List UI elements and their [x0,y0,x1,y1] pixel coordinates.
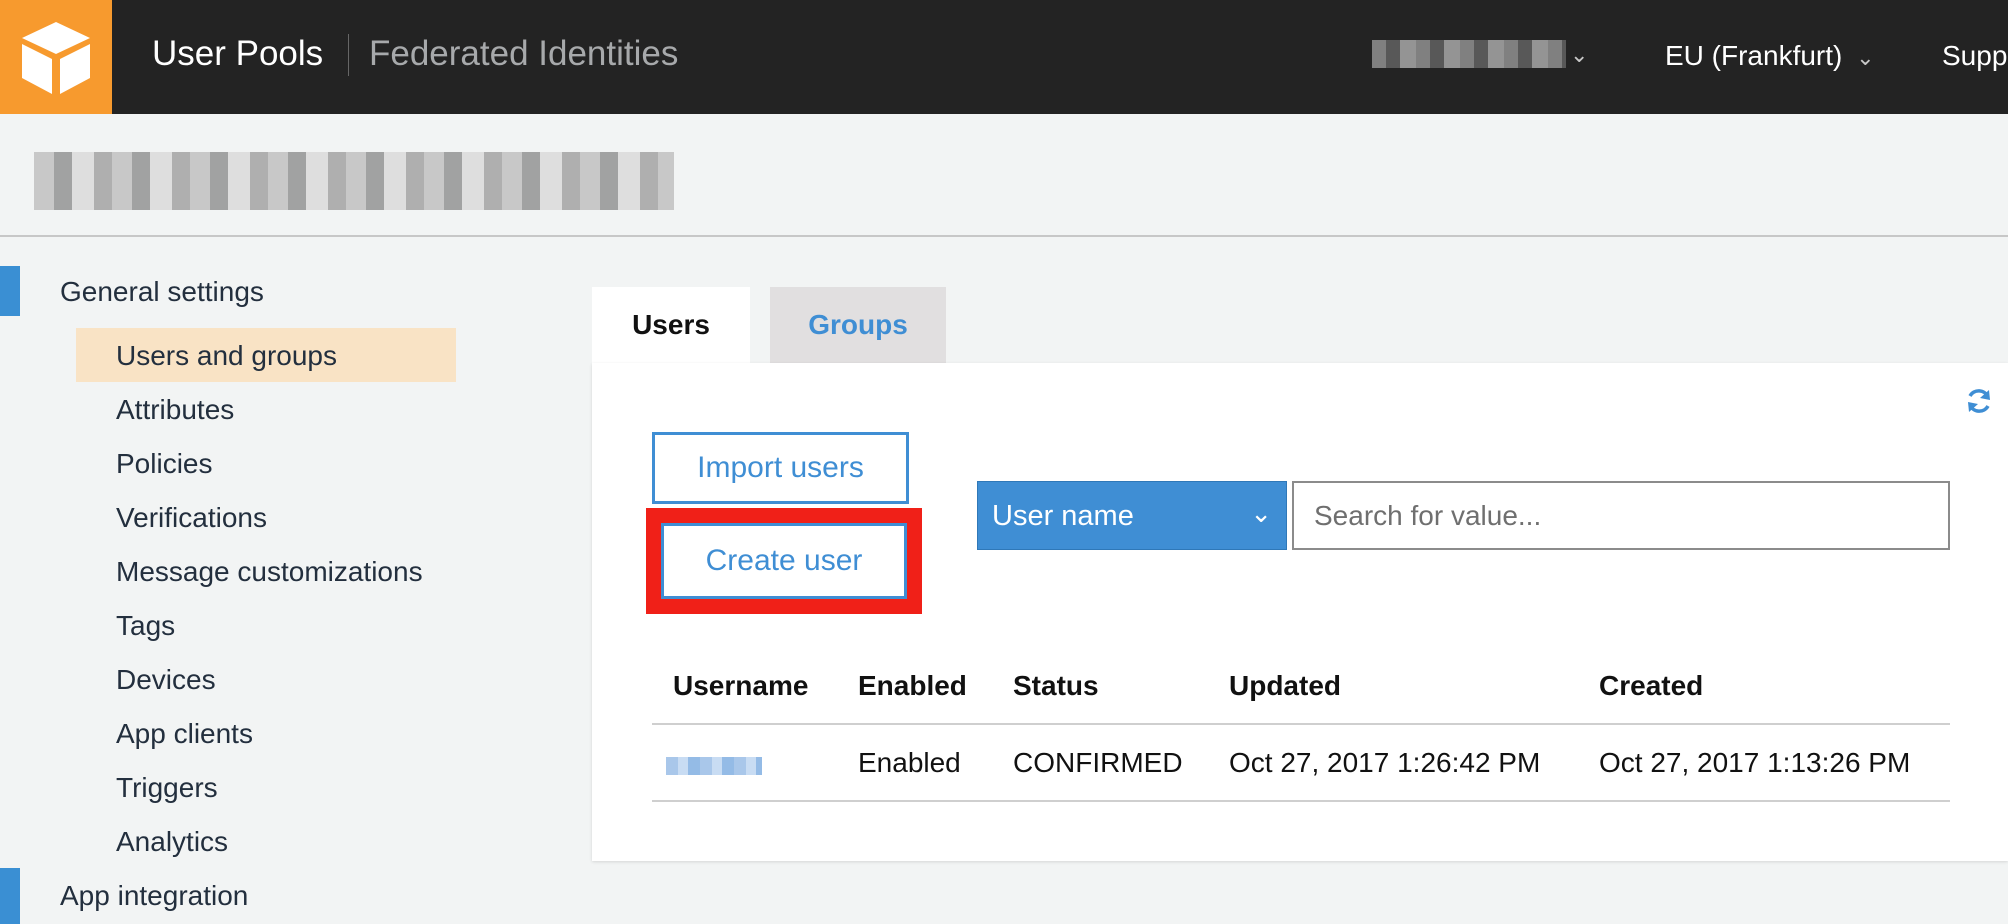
top-navigation-bar: User Pools Federated Identities ⌄ EU (Fr… [0,0,2008,114]
sidebar-item-policies[interactable]: Policies [116,448,212,480]
sidebar-section-general-settings[interactable]: General settings [60,276,264,308]
account-menu-redacted[interactable] [1372,40,1566,68]
user-pool-name-redacted [34,152,674,210]
chevron-down-icon: ⌄ [1570,42,1589,67]
aws-cube-logo[interactable] [0,0,112,114]
region-selector[interactable]: EU (Frankfurt) ⌄ [1665,40,1875,72]
header-divider [0,235,2008,237]
region-label: EU (Frankfurt) [1665,40,1843,71]
cell-status: CONFIRMED [1013,747,1183,778]
create-user-button[interactable]: Create user [661,523,907,599]
cell-enabled: Enabled [858,747,961,778]
cell-created: Oct 27, 2017 1:13:26 PM [1599,747,1911,778]
refresh-icon[interactable] [1964,386,1994,416]
nav-federated-identities[interactable]: Federated Identities [369,34,678,74]
sidebar-item-app-clients[interactable]: App clients [116,718,253,750]
cell-updated: Oct 27, 2017 1:26:42 PM [1229,747,1541,778]
nav-separator [348,34,349,76]
import-users-button[interactable]: Import users [652,432,909,504]
sidebar-item-devices[interactable]: Devices [116,664,216,696]
sidebar-item-tags[interactable]: Tags [116,610,175,642]
nav-user-pools[interactable]: User Pools [152,34,323,74]
chevron-down-icon: ⌄ [1856,45,1875,70]
table-header-divider [652,723,1950,725]
column-header-created[interactable]: Created [1599,670,1703,702]
sidebar-item-users-and-groups[interactable]: Users and groups [116,340,337,372]
cube-icon [22,22,90,94]
sidebar-item-analytics[interactable]: Analytics [116,826,228,858]
table-row-divider [652,800,1950,802]
sidebar-item-message-customizations[interactable]: Message customizations [116,556,423,588]
column-header-updated[interactable]: Updated [1229,670,1341,702]
tab-users[interactable]: Users [592,287,750,363]
sidebar-section-app-integration[interactable]: App integration [60,880,248,912]
sidebar-item-verifications[interactable]: Verifications [116,502,267,534]
tab-groups[interactable]: Groups [770,287,946,363]
search-input[interactable] [1292,481,1950,550]
search-attribute-select[interactable]: User name ⌄ [977,481,1287,550]
support-menu[interactable]: Supp [1942,40,2007,72]
column-header-status[interactable]: Status [1013,670,1099,702]
chevron-down-icon: ⌄ [1250,498,1272,528]
search-attribute-value: User name [992,500,1134,532]
sidebar-section-marker [0,266,20,316]
sidebar-section-marker [0,868,20,924]
column-header-enabled[interactable]: Enabled [858,670,967,702]
sidebar-item-triggers[interactable]: Triggers [116,772,218,804]
username-link-redacted[interactable] [666,757,762,775]
column-header-username[interactable]: Username [673,670,808,702]
sidebar-item-attributes[interactable]: Attributes [116,394,234,426]
